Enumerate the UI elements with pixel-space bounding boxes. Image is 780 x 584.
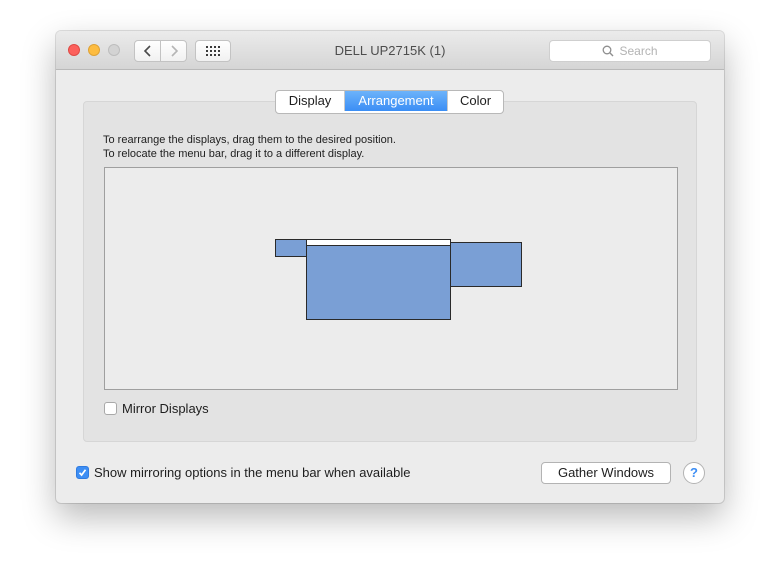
checkmark-icon <box>78 469 87 477</box>
search-field[interactable]: Search <box>549 40 711 62</box>
close-button[interactable] <box>68 44 80 56</box>
search-icon <box>603 45 614 57</box>
instruction-text-rearrange: To rearrange the displays, drag them to … <box>103 134 396 146</box>
menu-bar-handle[interactable] <box>307 240 450 246</box>
preferences-window: DELL UP2715K (1) Search Display Arrangem… <box>56 31 724 503</box>
show-all-button[interactable] <box>195 40 231 62</box>
grid-icon <box>206 46 220 56</box>
tab-bar: Display Arrangement Color <box>275 90 504 114</box>
title-bar[interactable]: DELL UP2715K (1) Search <box>56 31 724 70</box>
display-right[interactable] <box>450 242 522 287</box>
tab-color[interactable]: Color <box>447 91 503 111</box>
forward-button[interactable] <box>160 40 187 62</box>
instruction-text-menubar: To relocate the menu bar, drag it to a d… <box>103 148 365 160</box>
help-button[interactable]: ? <box>683 462 705 484</box>
show-mirroring-label: Show mirroring options in the menu bar w… <box>94 465 411 480</box>
tab-display[interactable]: Display <box>276 91 345 111</box>
window-title: DELL UP2715K (1) <box>334 43 446 58</box>
search-placeholder: Search <box>619 44 658 58</box>
display-main[interactable] <box>306 239 451 320</box>
mirror-displays-checkbox[interactable] <box>104 402 117 415</box>
display-small[interactable] <box>275 239 307 257</box>
back-button[interactable] <box>134 40 161 62</box>
chevron-right-icon <box>170 45 178 57</box>
gather-windows-button[interactable]: Gather Windows <box>541 462 671 484</box>
minimize-button[interactable] <box>88 44 100 56</box>
chevron-left-icon <box>143 45 151 57</box>
zoom-button <box>108 44 120 56</box>
show-mirroring-checkbox[interactable] <box>76 466 89 479</box>
display-arrangement-area <box>104 167 678 390</box>
mirror-displays-label: Mirror Displays <box>122 401 209 416</box>
tab-arrangement[interactable]: Arrangement <box>345 91 447 111</box>
